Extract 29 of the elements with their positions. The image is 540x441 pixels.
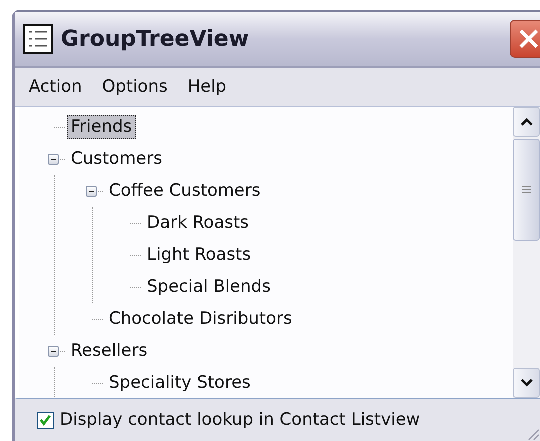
tree-item[interactable]: Speciality Stores <box>105 371 255 395</box>
scroll-up-button[interactable] <box>513 107 540 137</box>
tree-item[interactable]: Special Blends <box>143 275 275 299</box>
grip-lines-icon <box>522 186 531 194</box>
tree-item[interactable]: Coffee Customers <box>105 179 265 203</box>
tree-item[interactable]: Resellers <box>67 339 152 363</box>
menu-item[interactable]: Help <box>180 73 235 101</box>
close-icon <box>518 28 540 50</box>
window-title: GroupTreeView <box>61 26 250 52</box>
close-button[interactable] <box>510 20 540 58</box>
collapse-toggle[interactable] <box>86 186 97 196</box>
tree-item[interactable]: Dark Roasts <box>143 211 253 235</box>
resize-grip-icon[interactable] <box>526 427 540 441</box>
scrollbar-thumb[interactable] <box>513 139 540 241</box>
chevron-down-icon <box>520 379 532 387</box>
checkmark-icon <box>39 414 52 426</box>
collapse-toggle[interactable] <box>48 346 59 356</box>
tree-item[interactable]: Light Roasts <box>143 243 256 267</box>
scroll-down-button[interactable] <box>513 368 540 398</box>
checkbox-label: Display contact lookup in Contact Listview <box>60 410 420 430</box>
checkbox[interactable] <box>37 412 54 428</box>
menu-item[interactable]: Action <box>21 73 90 101</box>
tree-item[interactable]: Friends <box>67 115 136 139</box>
tree-item[interactable]: Chocolate Disributors <box>105 307 296 331</box>
list-icon <box>23 24 53 54</box>
tree-item[interactable]: Customers <box>67 147 166 171</box>
collapse-toggle[interactable] <box>48 154 59 164</box>
menu-item[interactable]: Options <box>94 73 176 101</box>
chevron-up-icon <box>520 118 532 126</box>
